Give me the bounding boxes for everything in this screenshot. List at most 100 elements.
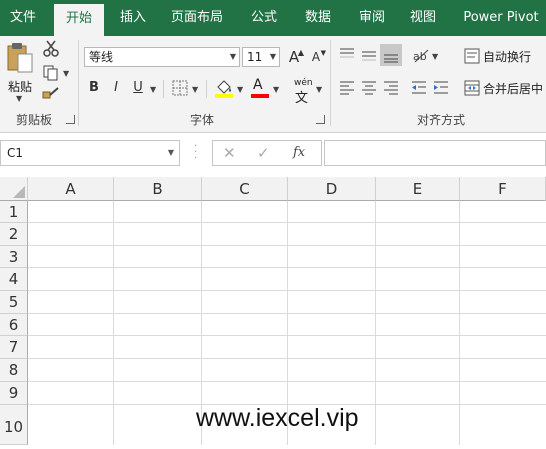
tab-file[interactable]: 文件: [0, 0, 46, 36]
wrap-text-label: 自动换行: [483, 50, 532, 64]
gridline: [28, 245, 546, 246]
tab-home[interactable]: 开始: [54, 4, 104, 36]
align-middle-icon[interactable]: [360, 46, 378, 64]
gridline: [28, 313, 546, 314]
format-painter-icon[interactable]: [42, 86, 60, 104]
font-color-letter: A: [253, 77, 263, 93]
phonetic-dropdown-arrow[interactable]: ▼: [316, 85, 322, 94]
chevron-down-icon[interactable]: ▼: [168, 141, 174, 165]
orientation-dropdown-arrow[interactable]: ▼: [432, 52, 438, 61]
underline-button[interactable]: U: [128, 78, 148, 98]
svg-text:ab: ab: [413, 50, 427, 63]
font-color-button[interactable]: A: [250, 77, 270, 98]
tab-page-layout[interactable]: 页面布局: [164, 0, 230, 36]
gridline: [113, 201, 114, 445]
column-header-a[interactable]: A: [28, 177, 114, 201]
merge-center-button[interactable]: 合并后居中: [464, 78, 546, 98]
group-divider: [330, 40, 331, 126]
wrap-text-button[interactable]: 自动换行: [464, 46, 546, 66]
paste-icon: [7, 43, 33, 73]
column-header-e[interactable]: E: [376, 177, 460, 201]
column-header-c[interactable]: C: [202, 177, 288, 201]
clipboard-group-label: 剪贴板: [15, 113, 52, 127]
row-header-3[interactable]: 3: [0, 246, 28, 268]
tab-insert[interactable]: 插入: [110, 0, 156, 36]
fill-color-dropdown-arrow[interactable]: ▼: [237, 85, 243, 94]
font-dialog-launcher[interactable]: [316, 115, 325, 124]
align-top-icon[interactable]: [338, 46, 356, 64]
phonetic-button[interactable]: wén 文: [292, 78, 314, 106]
row-header-5[interactable]: 5: [0, 291, 28, 314]
gridline: [375, 201, 376, 445]
row-header-10[interactable]: 10: [0, 405, 28, 445]
font-size-combo[interactable]: 11 ▼: [242, 47, 280, 67]
font-group-label: 字体: [189, 113, 214, 127]
tab-formulas[interactable]: 公式: [242, 0, 286, 36]
align-bottom-icon: [384, 54, 398, 63]
font-size-value: 11: [247, 50, 263, 64]
bold-button[interactable]: B: [84, 78, 104, 98]
formula-buttons: ✕ ✓ fx: [212, 140, 322, 166]
wrap-text-icon: [464, 48, 480, 64]
font-name-combo[interactable]: 等线 ▼: [84, 47, 240, 67]
name-box[interactable]: C1 ▼: [0, 140, 180, 166]
cancel-icon[interactable]: ✕: [223, 141, 236, 165]
copy-dropdown-arrow[interactable]: ▼: [63, 69, 69, 78]
formula-input[interactable]: [324, 140, 546, 166]
paste-dropdown-arrow[interactable]: ▼: [16, 94, 22, 103]
italic-button[interactable]: I: [106, 78, 126, 98]
orientation-icon[interactable]: ab: [412, 46, 430, 64]
insert-function-icon[interactable]: fx: [293, 141, 305, 165]
decrease-font-icon: A: [311, 50, 321, 64]
column-header-d[interactable]: D: [288, 177, 376, 201]
font-name-value: 等线: [89, 50, 114, 64]
ribbon: 粘贴 ▼ ▼ 剪贴板 等线 ▼ 11 ▼ A ▲ A ▼ B I U ▼ ▼ ▼…: [0, 36, 546, 133]
tab-view[interactable]: 视图: [402, 0, 444, 36]
fill-color-icon[interactable]: [214, 78, 234, 98]
gridline: [28, 358, 546, 359]
tab-review[interactable]: 审阅: [350, 0, 394, 36]
enter-icon[interactable]: ✓: [257, 141, 270, 165]
borders-dropdown-arrow[interactable]: ▼: [192, 85, 198, 94]
gridline: [28, 381, 546, 382]
underline-dropdown-arrow[interactable]: ▼: [150, 85, 156, 94]
align-left-icon[interactable]: [338, 79, 356, 97]
paste-button[interactable]: 粘贴 ▼: [4, 40, 36, 103]
merge-center-icon: [464, 80, 480, 96]
chevron-down-icon: ▼: [229, 52, 236, 61]
increase-font-size-button[interactable]: A ▲: [284, 47, 304, 67]
select-all-triangle-icon: [13, 186, 25, 198]
decrease-indent-icon[interactable]: [410, 79, 428, 97]
column-header-b[interactable]: B: [114, 177, 202, 201]
name-box-value: C1: [7, 146, 24, 160]
font-color-dropdown-arrow[interactable]: ▼: [273, 85, 279, 94]
ribbon-tab-bar: 文件 开始 插入 页面布局 公式 数据 审阅 视图 Power Pivot: [0, 0, 546, 36]
row-header-4[interactable]: 4: [0, 268, 28, 291]
tab-power-pivot[interactable]: Power Pivot: [456, 0, 546, 36]
row-header-6[interactable]: 6: [0, 314, 28, 336]
align-bottom-button[interactable]: [380, 44, 402, 66]
clipboard-dialog-launcher[interactable]: [66, 115, 75, 124]
align-right-icon[interactable]: [382, 79, 400, 97]
watermark-text: www.iexcel.vip: [196, 404, 359, 432]
row-header-8[interactable]: 8: [0, 359, 28, 382]
row-header-7[interactable]: 7: [0, 336, 28, 359]
gridline: [28, 290, 546, 291]
resize-handle-icon[interactable]: · · ·: [194, 142, 197, 164]
select-all-button[interactable]: [0, 177, 28, 201]
gridline: [459, 201, 460, 445]
row-header-9[interactable]: 9: [0, 382, 28, 405]
row-header-2[interactable]: 2: [0, 223, 28, 246]
gridline: [28, 267, 546, 268]
row-header-1[interactable]: 1: [0, 201, 28, 223]
borders-icon[interactable]: [172, 80, 188, 96]
align-center-icon[interactable]: [360, 79, 378, 97]
decrease-font-size-button[interactable]: A ▼: [306, 47, 326, 67]
column-header-f[interactable]: F: [460, 177, 546, 201]
tab-data[interactable]: 数据: [296, 0, 340, 36]
group-divider: [78, 40, 79, 126]
copy-icon[interactable]: [42, 64, 60, 82]
increase-indent-icon[interactable]: [432, 79, 450, 97]
formula-bar: C1 ▼ · · · ✕ ✓ fx: [0, 137, 546, 169]
cut-icon[interactable]: [42, 40, 60, 58]
